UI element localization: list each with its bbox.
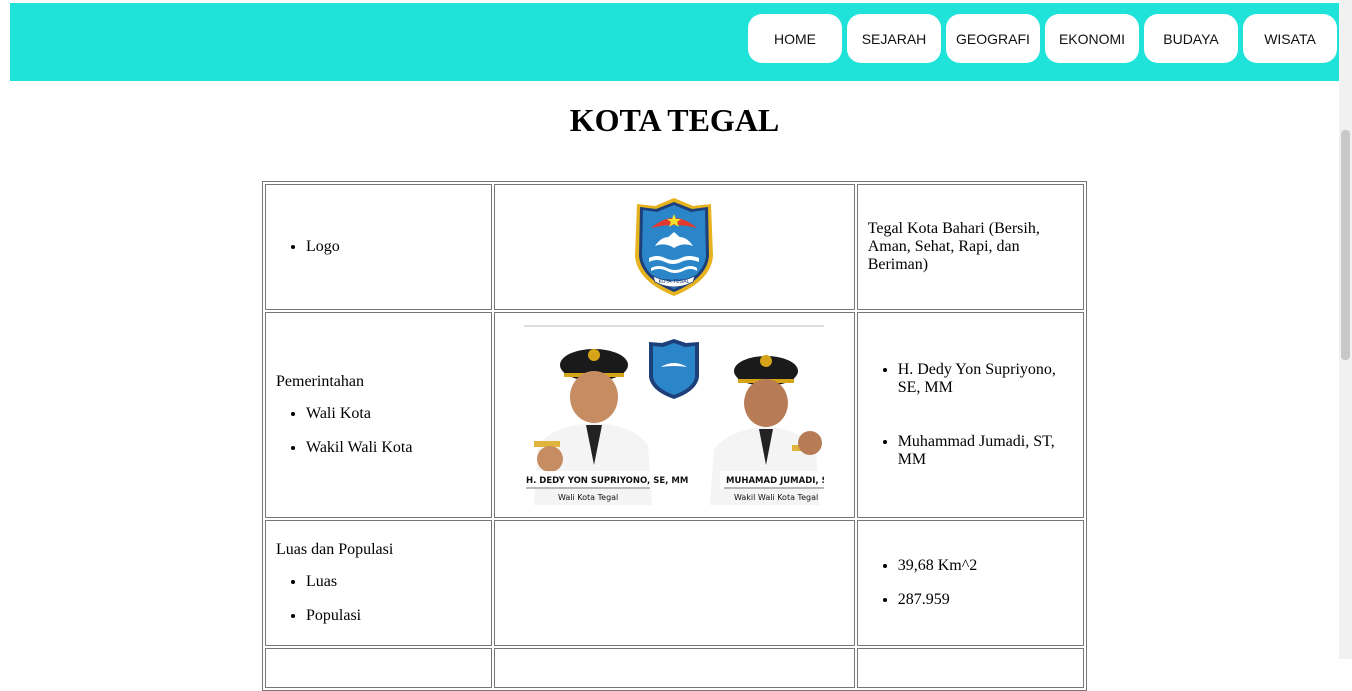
- nav-sejarah[interactable]: SEJARAH: [847, 14, 941, 63]
- nav-ekonomi[interactable]: EKONOMI: [1045, 14, 1139, 63]
- emblem-ribbon-text: KOTA TEGAL: [659, 279, 690, 285]
- photo-right-role: Wakil Wali Kota Tegal: [734, 493, 818, 502]
- cell-area-empty: [494, 520, 855, 646]
- cell-government-values: H. Dedy Yon Supriyono, SE, MM Muhammad J…: [856, 312, 1084, 518]
- officials-photo: H. DEDY YON SUPRIYONO, SE, MM Wali Kota …: [524, 325, 825, 505]
- nav-budaya[interactable]: BUDAYA: [1144, 14, 1238, 63]
- area-value: 39,68 Km^2: [898, 557, 1073, 575]
- government-item: Wali Kota: [306, 405, 481, 423]
- table-row-area: Luas dan Populasi Luas Populasi 39,68 Km…: [265, 520, 1084, 646]
- cell-government-label: Pemerintahan Wali Kota Wakil Wali Kota: [265, 312, 493, 518]
- cell-government-photo: H. DEDY YON SUPRIYONO, SE, MM Wali Kota …: [494, 312, 855, 518]
- cell-next-2: [494, 648, 855, 688]
- government-value: H. Dedy Yon Supriyono, SE, MM: [898, 361, 1073, 397]
- table-row-government: Pemerintahan Wali Kota Wakil Wali Kota: [265, 312, 1084, 518]
- city-emblem: KOTA TEGAL: [635, 198, 714, 296]
- scrollbar-thumb[interactable]: [1341, 130, 1350, 360]
- cell-area-values: 39,68 Km^2 287.959: [856, 520, 1084, 646]
- nav-home[interactable]: HOME: [748, 14, 842, 63]
- photo-left-role: Wali Kota Tegal: [558, 493, 618, 502]
- logo-label: Logo: [306, 238, 481, 256]
- navbar: HOME SEJARAH GEOGRAFI EKONOMI BUDAYA WIS…: [10, 3, 1339, 81]
- government-item: Wakil Wali Kota: [306, 439, 481, 457]
- government-value: Muhammad Jumadi, ST, MM: [898, 433, 1073, 469]
- cell-logo-motto: Tegal Kota Bahari (Bersih, Aman, Sehat, …: [856, 184, 1084, 310]
- photo-left-name: H. DEDY YON SUPRIYONO, SE, MM: [526, 476, 688, 486]
- nav-wisata[interactable]: WISATA: [1243, 14, 1337, 63]
- scrollbar[interactable]: [1339, 0, 1352, 659]
- area-value: 287.959: [898, 591, 1073, 609]
- area-item: Populasi: [306, 607, 481, 625]
- motto-text: Tegal Kota Bahari (Bersih, Aman, Sehat, …: [867, 220, 1040, 273]
- government-heading: Pemerintahan: [276, 373, 364, 390]
- info-table: Logo KOTA TEGAL Tegal Kota Bahari (Bersi…: [262, 181, 1087, 691]
- cell-logo-image: KOTA TEGAL: [494, 184, 855, 310]
- nav-geografi[interactable]: GEOGRAFI: [946, 14, 1040, 63]
- cell-next-1: [265, 648, 493, 688]
- cell-next-3: [856, 648, 1084, 688]
- cell-area-label: Luas dan Populasi Luas Populasi: [265, 520, 493, 646]
- area-heading: Luas dan Populasi: [276, 541, 394, 558]
- area-item: Luas: [306, 573, 481, 591]
- page-title: KOTA TEGAL: [569, 102, 780, 138]
- table-row-logo: Logo KOTA TEGAL Tegal Kota Bahari (Bersi…: [265, 184, 1084, 310]
- cell-logo-label: Logo: [265, 184, 493, 310]
- table-row-next: [265, 648, 1084, 688]
- photo-right-name: MUHAMAD JUMADI, ST, MM: [726, 476, 824, 486]
